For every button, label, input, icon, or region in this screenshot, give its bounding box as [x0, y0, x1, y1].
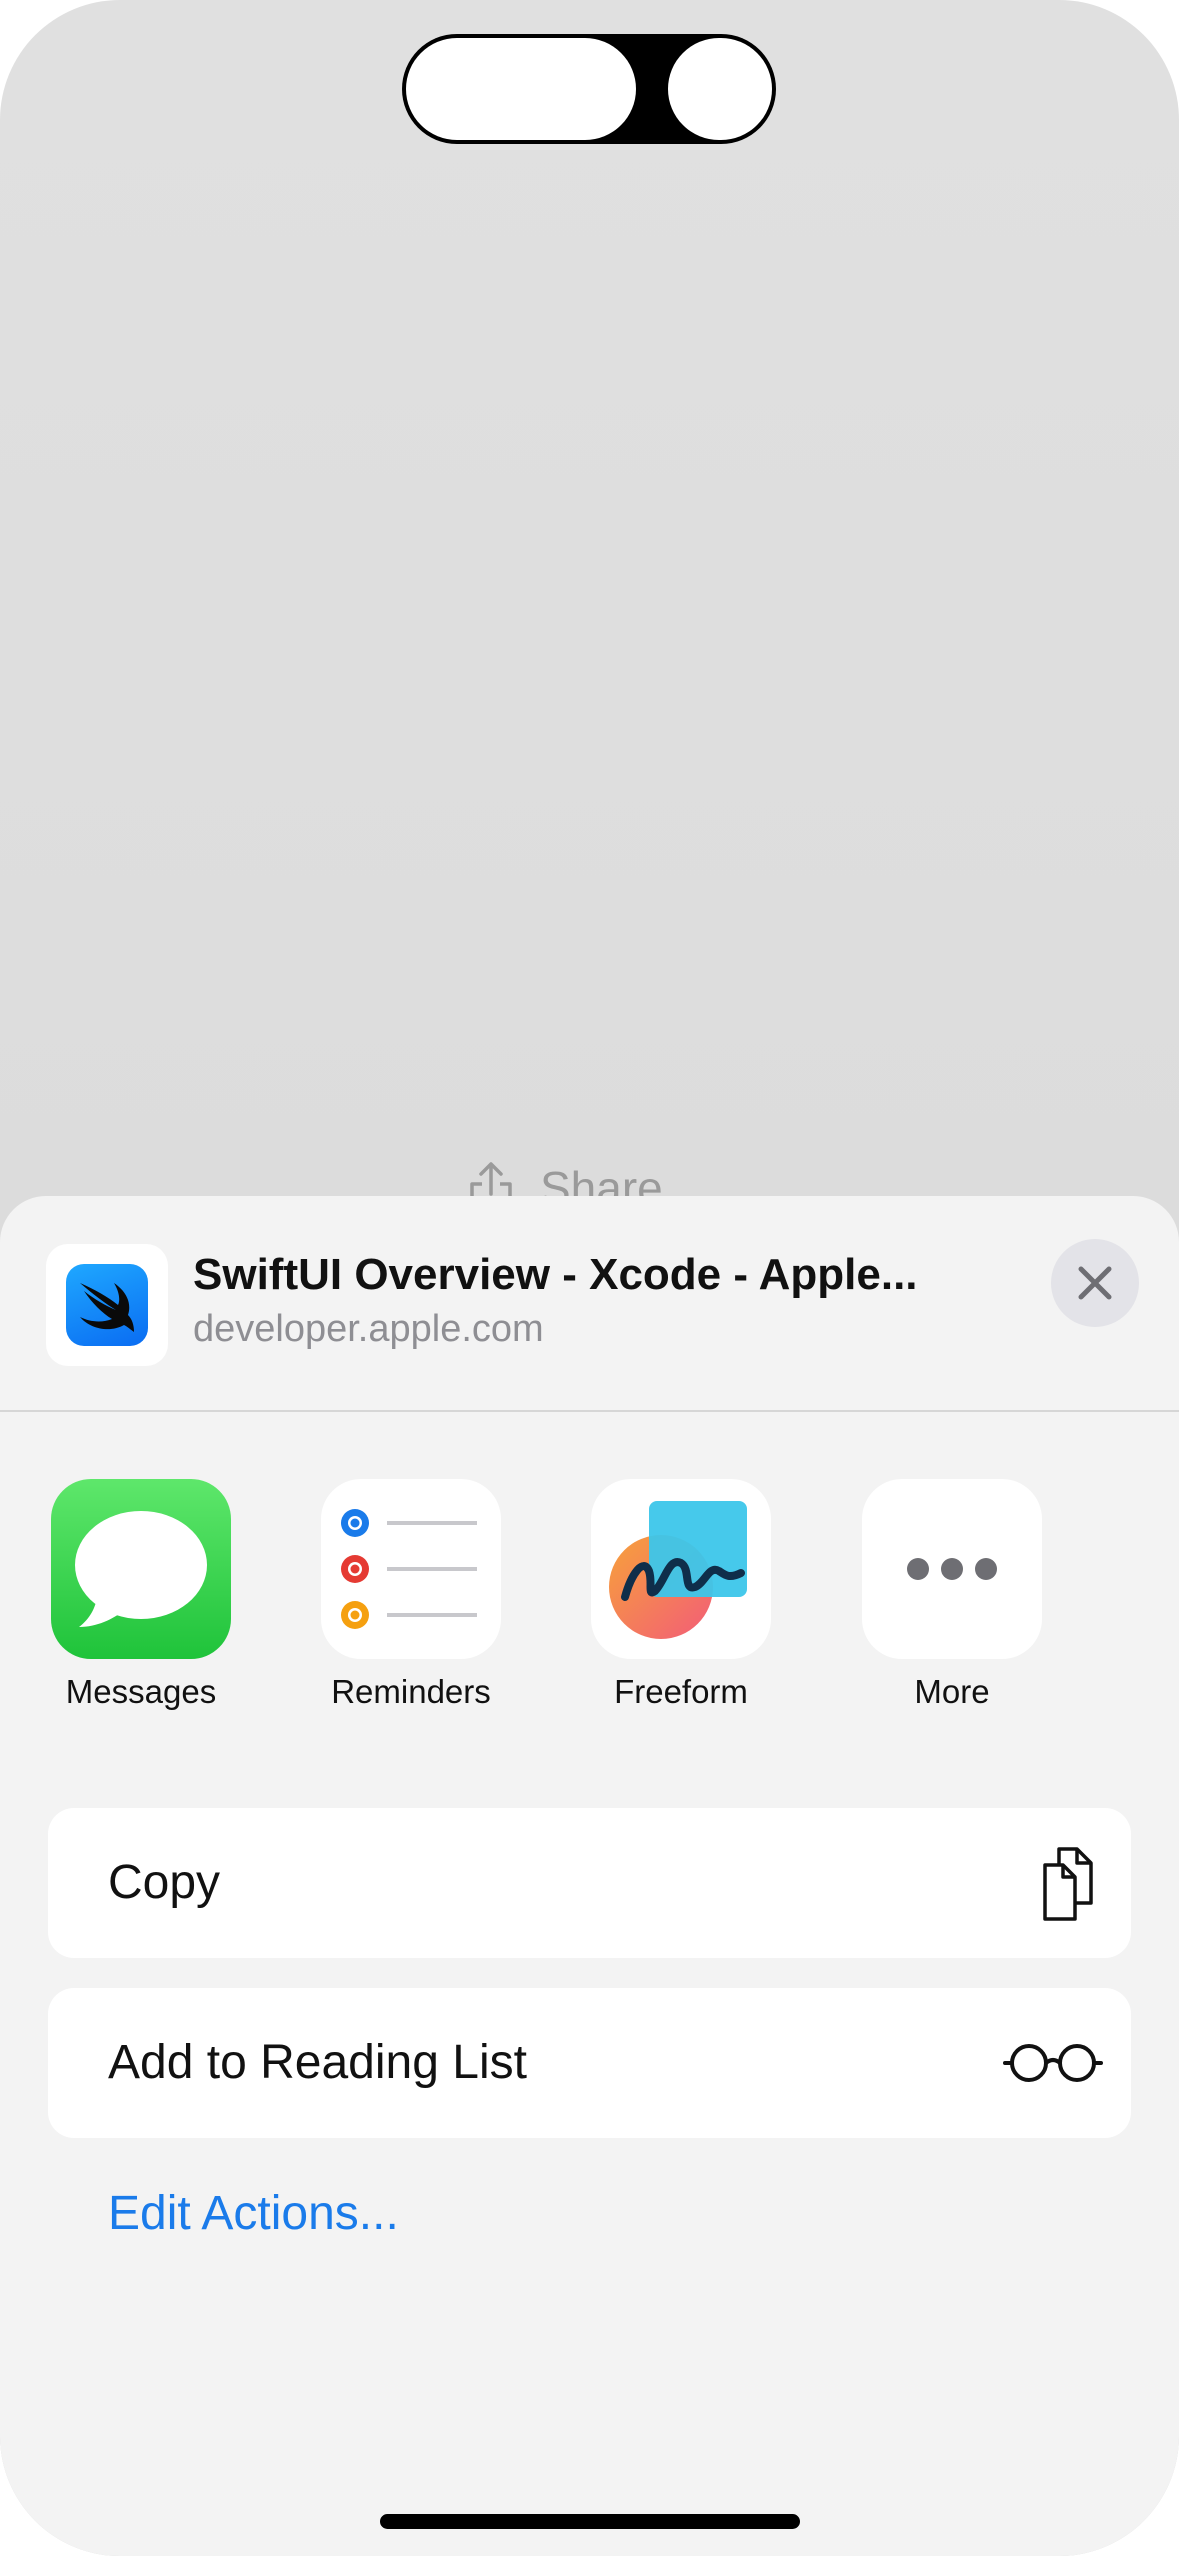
freeform-canvas-icon [609, 1501, 747, 1639]
app-label: Messages [65, 1673, 217, 1710]
action-label: Add to Reading List [108, 2036, 527, 2089]
app-messages[interactable]: Messages [26, 1479, 256, 1711]
shared-page-title: SwiftUI Overview - Xcode - Apple... [193, 1250, 918, 1299]
action-label: Copy [108, 1856, 221, 1909]
edit-actions-link[interactable]: Edit Actions... [108, 2186, 399, 2241]
add-to-reading-list-action[interactable]: Add to Reading List [48, 1988, 1131, 2138]
app-freeform[interactable]: Freeform [566, 1479, 796, 1711]
dynamic-island [402, 34, 776, 144]
speech-bubble-icon [75, 1511, 207, 1627]
more-icon [862, 1479, 1042, 1659]
copy-icon [1043, 1847, 1093, 1921]
freeform-icon [591, 1479, 771, 1659]
phone-screen: Share SwiftUI Overview - Xcode - Apple..… [0, 0, 1179, 2556]
copy-action[interactable]: Copy [48, 1808, 1131, 1958]
share-sheet: SwiftUI Overview - Xcode - Apple... deve… [0, 1196, 1179, 2556]
shared-page-domain: developer.apple.com [193, 1308, 544, 1350]
swift-bird-icon [80, 1283, 134, 1332]
ellipsis-icon [907, 1558, 997, 1580]
app-label: Freeform [614, 1673, 748, 1710]
close-button[interactable] [1051, 1239, 1139, 1327]
island-pill [406, 38, 636, 140]
messages-icon [51, 1479, 231, 1659]
app-more[interactable]: More [837, 1479, 1067, 1711]
share-sheet-header: SwiftUI Overview - Xcode - Apple... deve… [0, 1196, 1179, 1411]
home-indicator[interactable] [380, 2514, 800, 2529]
island-dot [668, 38, 772, 140]
glasses-icon [1003, 2044, 1103, 2082]
app-reminders[interactable]: Reminders [296, 1479, 526, 1711]
app-row: Messages Reminders Freeform More [0, 1479, 1179, 1711]
action-list: Copy Add to Reading List [48, 1808, 1131, 2168]
site-icon [46, 1244, 168, 1366]
close-icon [1078, 1266, 1112, 1300]
header-divider [0, 1410, 1179, 1412]
app-label: More [914, 1673, 990, 1710]
reminders-list-icon [341, 1509, 477, 1629]
swift-icon [66, 1264, 148, 1346]
app-label: Reminders [331, 1673, 491, 1710]
reminders-icon [321, 1479, 501, 1659]
